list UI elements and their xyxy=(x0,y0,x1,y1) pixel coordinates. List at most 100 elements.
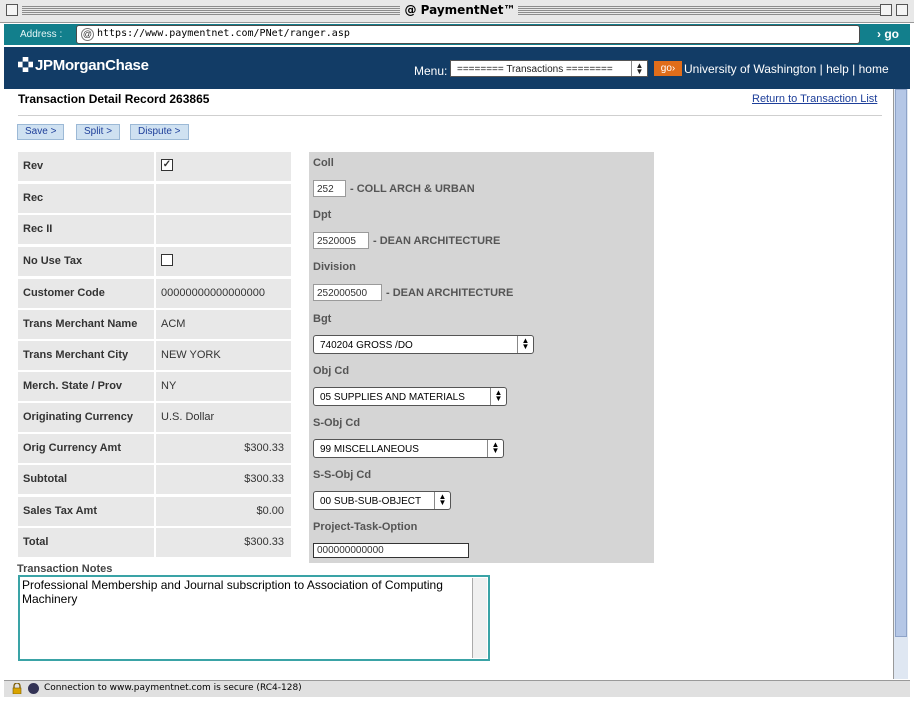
split-button[interactable]: Split > xyxy=(76,124,121,140)
detail-value xyxy=(156,184,291,213)
division-label: Division xyxy=(313,261,356,273)
at-icon: @ xyxy=(81,28,94,41)
obj-cd-select[interactable]: 05 SUPPLIES AND MATERIALS ▲ ▼ xyxy=(313,387,507,406)
detail-value: U.S. Dollar xyxy=(156,403,291,432)
s-obj-cd-label: S-Obj Cd xyxy=(313,417,361,429)
status-bar: Connection to www.paymentnet.com is secu… xyxy=(4,680,910,697)
logo-text: JPMorganChase xyxy=(35,57,149,74)
window-titlebar[interactable]: @ PaymentNet™ xyxy=(0,0,914,23)
help-link[interactable]: help xyxy=(826,62,849,76)
save-button[interactable]: Save > xyxy=(17,124,65,140)
jpmorganchase-logo[interactable]: JPMorganChase xyxy=(18,57,149,74)
detail-row-total: Total $300.33 xyxy=(18,528,291,557)
project-input[interactable]: 000000000000 xyxy=(313,543,469,558)
zoom-box-icon[interactable] xyxy=(880,4,892,16)
project-label: Project-Task-Option xyxy=(313,521,418,533)
bgt-selected: 740204 GROSS /DO xyxy=(320,340,413,351)
updown-arrow-icon: ▲ ▼ xyxy=(631,61,647,76)
dpt-desc: - DEAN ARCHITECTURE xyxy=(373,235,501,247)
division-input[interactable]: 252000500 xyxy=(313,284,382,301)
detail-label: Rec xyxy=(18,184,154,213)
scrollbar-thumb[interactable] xyxy=(895,89,907,637)
chase-octagon-icon xyxy=(18,57,33,72)
address-url[interactable]: https://www.paymentnet.com/PNet/ranger.a… xyxy=(97,28,350,39)
detail-value: $300.33 xyxy=(156,465,291,494)
header-links: University of Washington | help | home xyxy=(684,62,889,76)
detail-label: Trans Merchant Name xyxy=(18,310,154,339)
notes-textarea[interactable]: Professional Membership and Journal subs… xyxy=(18,575,490,661)
updown-arrow-icon: ▲ ▼ xyxy=(517,336,533,353)
obj-cd-selected: 05 SUPPLIES AND MATERIALS xyxy=(320,392,465,403)
menu-label: Menu: xyxy=(414,64,448,78)
page-title: Transaction Detail Record 263865 xyxy=(18,92,210,106)
detail-label: Originating Currency xyxy=(18,403,154,432)
home-link[interactable]: home xyxy=(859,62,889,76)
link-separator: | xyxy=(852,62,856,76)
coll-label: Coll xyxy=(313,157,334,169)
status-text: Connection to www.paymentnet.com is secu… xyxy=(44,683,302,693)
notes-label: Transaction Notes xyxy=(17,563,113,575)
site-header: JPMorganChase Menu: ======== Transaction… xyxy=(4,47,910,89)
bgt-label: Bgt xyxy=(313,313,332,325)
detail-value: $300.33 xyxy=(156,434,291,463)
detail-value: $0.00 xyxy=(156,497,291,526)
address-input[interactable]: @ https://www.paymentnet.com/PNet/ranger… xyxy=(76,25,860,44)
dpt-label: Dpt xyxy=(313,209,332,221)
address-label: Address : xyxy=(20,29,63,40)
accounting-panel: Coll 252 - COLL ARCH & URBAN Dpt 2520005… xyxy=(309,152,654,563)
detail-row-merchant-city: Trans Merchant City NEW YORK xyxy=(18,341,291,370)
org-link[interactable]: University of Washington xyxy=(684,62,816,76)
detail-label: Orig Currency Amt xyxy=(18,434,154,463)
dpt-input[interactable]: 2520005 xyxy=(313,232,369,249)
collapse-box-icon[interactable] xyxy=(896,4,908,16)
detail-value: NEW YORK xyxy=(156,341,291,370)
detail-row-merchant-name: Trans Merchant Name ACM xyxy=(18,310,291,339)
detail-value: ✓ xyxy=(156,152,291,181)
s-s-obj-cd-selected: 00 SUB-SUB-OBJECT xyxy=(320,496,422,507)
detail-label: Customer Code xyxy=(18,279,154,308)
updown-arrow-icon: ▲ ▼ xyxy=(487,440,503,457)
s-s-obj-cd-select[interactable]: 00 SUB-SUB-OBJECT ▲ ▼ xyxy=(313,491,451,510)
detail-label: Subtotal xyxy=(18,465,154,494)
detail-value xyxy=(156,215,291,244)
address-go-button[interactable]: › go xyxy=(866,24,910,45)
no-use-tax-checkbox[interactable] xyxy=(161,254,173,267)
notes-text: Professional Membership and Journal subs… xyxy=(22,578,443,606)
close-box-icon[interactable] xyxy=(6,4,18,16)
rev-checkbox[interactable]: ✓ xyxy=(161,159,173,172)
division-desc: - DEAN ARCHITECTURE xyxy=(386,287,514,299)
detail-value: $300.33 xyxy=(156,528,291,557)
link-separator: | xyxy=(819,62,823,76)
menu-selected-value: ======== Transactions ======== xyxy=(457,64,613,75)
bgt-select[interactable]: 740204 GROSS /DO ▲ ▼ xyxy=(313,335,534,354)
detail-row-merchant-state: Merch. State / Prov NY xyxy=(18,372,291,401)
return-to-list-link[interactable]: Return to Transaction List xyxy=(752,93,877,105)
dispute-button[interactable]: Dispute > xyxy=(130,124,189,140)
coll-input[interactable]: 252 xyxy=(313,180,346,197)
detail-label: Rev xyxy=(18,152,154,181)
detail-row-customer-code: Customer Code 00000000000000000 xyxy=(18,279,291,308)
detail-label: Sales Tax Amt xyxy=(18,497,154,526)
s-obj-cd-select[interactable]: 99 MISCELLANEOUS ▲ ▼ xyxy=(313,439,504,458)
detail-value xyxy=(156,247,291,276)
page-scrollbar[interactable] xyxy=(893,89,908,679)
obj-cd-label: Obj Cd xyxy=(313,365,350,377)
updown-arrow-icon: ▲ ▼ xyxy=(434,492,450,509)
s-s-obj-cd-label: S-S-Obj Cd xyxy=(313,469,372,481)
menu-select[interactable]: ======== Transactions ======== ▲ ▼ xyxy=(450,60,648,77)
menu-go-button[interactable]: go› xyxy=(654,61,682,76)
detail-label: Merch. State / Prov xyxy=(18,372,154,401)
detail-label: Rec II xyxy=(18,215,154,244)
detail-label: No Use Tax xyxy=(18,247,154,276)
globe-icon xyxy=(28,683,39,694)
page-content: Transaction Detail Record 263865 Return … xyxy=(4,89,892,679)
notes-scrollbar[interactable] xyxy=(472,578,487,658)
detail-row-rev: Rev ✓ xyxy=(18,152,291,181)
updown-arrow-icon: ▲ ▼ xyxy=(490,388,506,405)
detail-label: Trans Merchant City xyxy=(18,341,154,370)
lock-icon xyxy=(12,683,22,694)
detail-row-no-use-tax: No Use Tax xyxy=(18,247,291,276)
detail-value: 00000000000000000 xyxy=(156,279,291,308)
detail-row-subtotal: Subtotal $300.33 xyxy=(18,465,291,494)
detail-row-rec: Rec xyxy=(18,184,291,213)
